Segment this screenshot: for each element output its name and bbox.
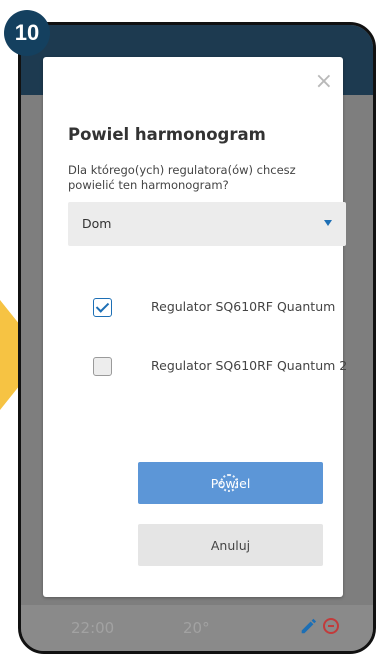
close-icon[interactable]: ×: [315, 71, 333, 93]
phone-frame: 22:00 20° × Powiel harmonogram Dla które…: [18, 22, 376, 654]
regulator-checkbox-1[interactable]: [93, 297, 112, 317]
duplicate-button[interactable]: Powiel: [138, 462, 323, 504]
cancel-button-label: Anuluj: [210, 537, 251, 553]
background-temperature: 20°: [183, 619, 210, 637]
duplicate-schedule-dialog: × Powiel harmonogram Dla którego(ych) re…: [43, 57, 347, 597]
step-badge: 10: [4, 10, 50, 56]
regulator-checkbox-2[interactable]: [93, 356, 112, 376]
regulator-label-1: Regulator SQ610RF Quantum: [151, 299, 336, 314]
regulator-option-2[interactable]: Regulator SQ610RF Quantum 2: [93, 355, 347, 377]
location-select-value: Dom: [82, 216, 112, 231]
background-time: 22:00: [71, 619, 115, 637]
remove-icon[interactable]: [323, 618, 339, 634]
background-schedule-row: 22:00 20°: [21, 605, 373, 651]
dialog-title: Powiel harmonogram: [68, 125, 266, 144]
dialog-subtitle: Dla którego(ych) regulatora(ów) chcesz p…: [68, 163, 296, 192]
location-select[interactable]: Dom: [68, 202, 346, 246]
regulator-option-1[interactable]: Regulator SQ610RF Quantum: [93, 296, 335, 318]
pencil-icon[interactable]: [299, 617, 317, 635]
regulator-label-2: Regulator SQ610RF Quantum 2: [151, 358, 348, 373]
caret-down-icon: [324, 220, 332, 226]
loading-spinner-icon: [220, 474, 238, 492]
cancel-button[interactable]: Anuluj: [138, 524, 323, 566]
